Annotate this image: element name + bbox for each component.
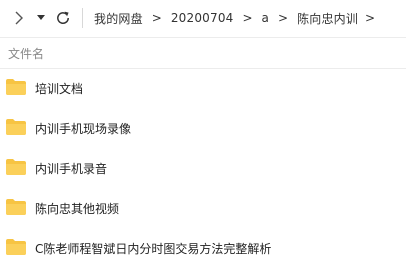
folder-icon xyxy=(6,79,26,95)
breadcrumb-separator: > xyxy=(242,11,253,25)
folder-icon xyxy=(6,119,26,135)
breadcrumb-separator: > xyxy=(278,11,289,25)
folder-icon xyxy=(6,199,26,215)
file-browser-window: 我的网盘 > 20200704 > a > 陈向忠内训 > 文件名 培训文档 内… xyxy=(0,0,406,268)
breadcrumb-expand-arrow[interactable]: > xyxy=(358,11,382,25)
column-header-filename[interactable]: 文件名 xyxy=(8,45,44,62)
list-item[interactable]: 培训文档 xyxy=(0,69,406,109)
toolbar-divider xyxy=(82,8,83,28)
folder-icon xyxy=(6,239,26,255)
breadcrumb-item-date-folder[interactable]: 20200704 xyxy=(171,11,234,25)
folder-icon xyxy=(6,159,26,175)
breadcrumb-item-root[interactable]: 我的网盘 xyxy=(94,10,143,27)
breadcrumb-item-a[interactable]: a xyxy=(262,11,270,25)
list-item[interactable]: 陈向忠其他视频 xyxy=(0,189,406,229)
breadcrumb-separator: > xyxy=(151,11,162,25)
breadcrumb: 我的网盘 > 20200704 > a > 陈向忠内训 > xyxy=(94,0,382,36)
refresh-icon xyxy=(57,11,69,24)
file-name[interactable]: C陈老师程智斌日内分时图交易方法完整解析 xyxy=(35,240,271,257)
caret-down-icon xyxy=(37,15,45,20)
column-header: 文件名 xyxy=(0,37,406,69)
list-item[interactable]: 内训手机录音 xyxy=(0,149,406,189)
toolbar: 我的网盘 > 20200704 > a > 陈向忠内训 > xyxy=(0,0,406,36)
list-item[interactable]: 内训手机现场录像 xyxy=(0,109,406,149)
file-name[interactable]: 内训手机现场录像 xyxy=(35,120,131,137)
refresh-button[interactable] xyxy=(54,9,72,27)
history-dropdown-button[interactable] xyxy=(35,9,47,27)
file-name[interactable]: 内训手机录音 xyxy=(35,160,107,177)
file-name[interactable]: 培训文档 xyxy=(35,80,83,97)
forward-button[interactable] xyxy=(12,9,26,27)
file-name[interactable]: 陈向忠其他视频 xyxy=(35,200,119,217)
list-item[interactable]: C陈老师程智斌日内分时图交易方法完整解析 xyxy=(0,229,406,268)
chevron-right-icon xyxy=(15,11,23,25)
breadcrumb-item-current[interactable]: 陈向忠内训 xyxy=(297,10,358,27)
